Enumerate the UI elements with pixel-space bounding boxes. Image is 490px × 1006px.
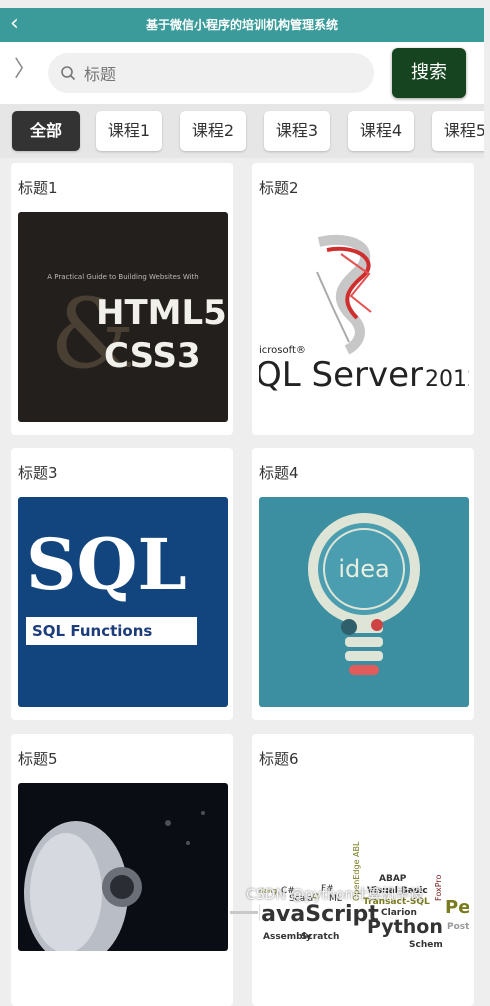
search-input[interactable] xyxy=(82,53,356,95)
course-image-language-cloud[interactable]: ABAP Visual Basic Transact-SQL Clarion J… xyxy=(259,783,469,951)
svg-text:FoxPro: FoxPro xyxy=(434,875,443,901)
course-card[interactable]: 标题2 icrosoft® QL Server 2012 xyxy=(252,163,474,435)
image-word: idea xyxy=(338,555,389,583)
search-button[interactable]: 搜索 xyxy=(392,48,466,98)
image-big1: HTML5 xyxy=(96,293,227,333)
image-text: QL Server xyxy=(259,355,423,395)
category-tabs: 全部 课程1 课程2 课程3 课程4 课程5 xyxy=(0,104,484,158)
svg-text:Post: Post xyxy=(447,922,469,932)
course-image-sql-server[interactable]: icrosoft® QL Server 2012 xyxy=(259,212,469,422)
svg-text:JavaScript: JavaScript xyxy=(259,902,379,927)
card-title: 标题1 xyxy=(18,179,58,197)
svg-text:Assembly: Assembly xyxy=(263,932,312,942)
tab-course-1[interactable]: 课程1 xyxy=(96,111,162,151)
image-big: SQL xyxy=(26,523,187,606)
course-card[interactable]: 标题4 idea xyxy=(252,448,474,720)
image-year: 2012 xyxy=(425,367,469,392)
image-line1: A Practical Guide to Building Websites W… xyxy=(47,273,198,281)
watermark: CSDN @python计算机毕设 xyxy=(246,887,424,903)
card-title: 标题4 xyxy=(259,464,299,482)
svg-text:Python: Python xyxy=(367,916,443,938)
course-card[interactable]: 标题1 & A Practical Guide to Building Webs… xyxy=(11,163,233,435)
course-image-html5-css3[interactable]: & A Practical Guide to Building Websites… xyxy=(18,212,228,422)
chevron-right-icon[interactable]: 〉 xyxy=(14,56,36,84)
tab-all[interactable]: 全部 xyxy=(12,111,80,151)
course-card[interactable]: 标题5 xyxy=(11,734,233,1006)
search-bar: 〉 搜索 xyxy=(0,42,484,104)
search-icon xyxy=(61,66,76,81)
scroll-handle xyxy=(230,911,258,914)
tab-course-4[interactable]: 课程4 xyxy=(348,111,414,151)
course-image-robot[interactable] xyxy=(18,783,228,951)
tab-course-2[interactable]: 课程2 xyxy=(180,111,246,151)
svg-text:Perl: Perl xyxy=(445,897,469,918)
tab-course-5[interactable]: 课程5 xyxy=(432,111,484,151)
svg-text:Schem: Schem xyxy=(409,940,443,950)
svg-text:ABAP: ABAP xyxy=(379,874,407,884)
image-big2: CSS3 xyxy=(104,336,201,376)
card-title: 标题3 xyxy=(18,464,58,482)
card-title: 标题5 xyxy=(18,750,58,768)
course-image-idea[interactable]: idea xyxy=(259,497,469,707)
course-card[interactable]: 标题3 SQL SQL Functions xyxy=(11,448,233,720)
page-title: 基于微信小程序的培训机构管理系统 xyxy=(145,18,338,32)
search-box[interactable] xyxy=(48,53,374,95)
image-sub: SQL Functions xyxy=(32,622,152,640)
card-title: 标题2 xyxy=(259,179,299,197)
header-bar: ‹ 基于微信小程序的培训机构管理系统 xyxy=(0,8,484,42)
course-image-sql-functions[interactable]: SQL SQL Functions xyxy=(18,497,228,707)
tab-course-3[interactable]: 课程3 xyxy=(264,111,330,151)
card-title: 标题6 xyxy=(259,750,299,768)
course-card[interactable]: 标题6 ABAP Visual Basic Transact-SQL Clari… xyxy=(252,734,474,1006)
